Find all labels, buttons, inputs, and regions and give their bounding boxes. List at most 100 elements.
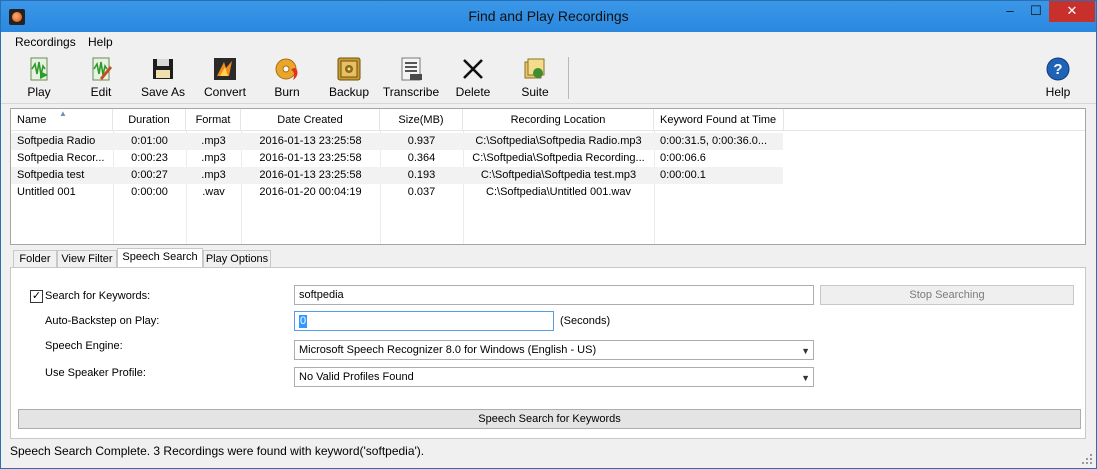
svg-text:?: ? bbox=[1053, 61, 1062, 78]
tab-speech-search[interactable]: Speech Search bbox=[117, 248, 203, 268]
convert-label: Convert bbox=[203, 85, 247, 99]
edit-button[interactable]: Edit bbox=[71, 56, 131, 102]
recordings-list[interactable]: ▲ Name Duration Format Date Created Size… bbox=[10, 108, 1086, 245]
help-label: Help bbox=[1045, 85, 1071, 99]
speech-engine-select[interactable]: Microsoft Speech Recognizer 8.0 for Wind… bbox=[294, 340, 814, 360]
column-header-keyword-time[interactable]: Keyword Found at Time bbox=[654, 109, 784, 131]
delete-x-icon bbox=[463, 59, 483, 79]
backup-label: Backup bbox=[328, 85, 370, 99]
speaker-profile-value: No Valid Profiles Found bbox=[299, 371, 414, 383]
menu-bar: Recordings Help bbox=[1, 32, 1096, 52]
resize-grip-icon[interactable] bbox=[1081, 453, 1093, 465]
table-row[interactable]: Softpedia Radio 0:01:00 .mp3 2016-01-13 … bbox=[11, 133, 783, 150]
edit-label: Edit bbox=[90, 85, 112, 99]
cell-size: 0.037 bbox=[407, 186, 436, 198]
app-window: Find and Play Recordings – ☐ ✕ Recording… bbox=[0, 0, 1097, 469]
menu-help[interactable]: Help bbox=[88, 35, 113, 49]
convert-button[interactable]: Convert bbox=[195, 56, 255, 102]
keyword-input[interactable]: softpedia bbox=[294, 285, 814, 305]
suite-label: Suite bbox=[521, 85, 549, 99]
transcribe-icon bbox=[401, 57, 422, 81]
play-button[interactable]: Play bbox=[9, 56, 69, 102]
table-row[interactable]: Softpedia Recor... 0:00:23 .mp3 2016-01-… bbox=[11, 150, 783, 167]
cell-date: 2016-01-13 23:25:58 bbox=[259, 152, 362, 164]
speech-search-button[interactable]: Speech Search for Keywords bbox=[18, 409, 1081, 429]
chevron-down-icon: ▼ bbox=[801, 346, 810, 356]
save-as-label: Save As bbox=[140, 85, 186, 99]
backstep-value: 0 bbox=[299, 315, 308, 328]
speech-engine-value: Microsoft Speech Recognizer 8.0 for Wind… bbox=[299, 344, 597, 356]
maximize-button[interactable]: ☐ bbox=[1023, 1, 1049, 22]
cell-keyword-time: 0:00:06.6 bbox=[660, 152, 706, 164]
cell-date: 2016-01-13 23:25:58 bbox=[259, 169, 362, 181]
cell-format: .wav bbox=[202, 186, 225, 198]
backstep-label: Auto-Backstep on Play: bbox=[45, 315, 160, 327]
menu-recordings[interactable]: Recordings bbox=[15, 35, 76, 49]
column-header-format[interactable]: Format bbox=[186, 109, 241, 131]
cell-duration: 0:00:23 bbox=[131, 152, 168, 164]
delete-button[interactable]: Delete bbox=[443, 56, 503, 102]
cell-format: .mp3 bbox=[201, 152, 226, 164]
cell-keyword-time bbox=[660, 184, 782, 201]
suite-button[interactable]: Suite bbox=[505, 56, 565, 102]
cell-date: 2016-01-13 23:25:58 bbox=[259, 135, 362, 147]
column-header-location[interactable]: Recording Location bbox=[463, 109, 654, 131]
convert-icon bbox=[214, 58, 236, 80]
cell-duration: 0:01:00 bbox=[131, 135, 168, 147]
delete-label: Delete bbox=[455, 85, 491, 99]
tab-folder[interactable]: Folder bbox=[13, 250, 57, 268]
edit-wave-icon bbox=[92, 57, 112, 81]
cell-format: .mp3 bbox=[201, 169, 226, 181]
backup-safe-icon bbox=[337, 57, 361, 81]
close-button[interactable]: ✕ bbox=[1049, 1, 1095, 22]
play-label: Play bbox=[27, 85, 51, 99]
backstep-input[interactable]: 0 bbox=[294, 311, 554, 331]
column-header-size[interactable]: Size(MB) bbox=[380, 109, 463, 131]
chevron-down-icon: ▼ bbox=[801, 373, 810, 383]
save-as-button[interactable]: Save As bbox=[133, 56, 193, 102]
cell-keyword-time: 0:00:31.5, 0:00:36.0... bbox=[660, 135, 768, 147]
backup-button[interactable]: Backup bbox=[319, 56, 379, 102]
sort-ascending-icon: ▲ bbox=[59, 109, 67, 118]
help-button[interactable]: ? Help bbox=[1028, 56, 1088, 102]
column-header-duration[interactable]: Duration bbox=[113, 109, 186, 131]
seconds-label: (Seconds) bbox=[560, 315, 611, 327]
cell-date: 2016-01-20 00:04:19 bbox=[259, 186, 362, 198]
search-keywords-label: Search for Keywords: bbox=[45, 290, 151, 302]
column-header-name[interactable]: ▲ Name bbox=[11, 109, 113, 131]
tab-play-options[interactable]: Play Options bbox=[203, 250, 271, 268]
transcribe-button[interactable]: Transcribe bbox=[381, 56, 441, 102]
cell-format: .mp3 bbox=[201, 135, 226, 147]
cell-location: C:\Softpedia\Softpedia Radio.mp3 bbox=[475, 135, 642, 147]
cell-keyword-time: 0:00:00.1 bbox=[660, 169, 706, 181]
tab-view-filter[interactable]: View Filter bbox=[57, 250, 117, 268]
suite-icon bbox=[524, 58, 545, 79]
title-bar[interactable]: Find and Play Recordings – ☐ ✕ bbox=[1, 1, 1096, 32]
cell-duration: 0:00:27 bbox=[131, 169, 168, 181]
speaker-profile-select[interactable]: No Valid Profiles Found ▼ bbox=[294, 367, 814, 387]
cell-size: 0.937 bbox=[407, 135, 436, 147]
search-keywords-checkbox[interactable]: ✓ bbox=[30, 290, 43, 303]
floppy-disk-icon bbox=[153, 59, 173, 79]
stop-searching-button[interactable]: Stop Searching bbox=[820, 285, 1074, 305]
cell-size: 0.364 bbox=[407, 152, 436, 164]
cell-location: C:\Softpedia\Softpedia test.mp3 bbox=[480, 169, 637, 181]
status-bar-text: Speech Search Complete. 3 Recordings wer… bbox=[10, 444, 425, 458]
toolbar-separator bbox=[568, 57, 569, 99]
speech-engine-label: Speech Engine: bbox=[45, 340, 123, 352]
table-row[interactable]: Untitled 001 0:00:00 .wav 2016-01-20 00:… bbox=[11, 184, 783, 201]
column-header-date-created[interactable]: Date Created bbox=[241, 109, 380, 131]
toolbar: Play Edit Save As Convert Burn Backup Tr… bbox=[1, 52, 1096, 104]
burn-button[interactable]: Burn bbox=[257, 56, 317, 102]
play-wave-icon bbox=[30, 57, 48, 81]
minimize-button[interactable]: – bbox=[997, 1, 1023, 22]
cell-name: Untitled 001 bbox=[17, 186, 76, 198]
cell-name: Softpedia Radio bbox=[17, 135, 96, 147]
disc-burn-icon bbox=[275, 58, 298, 80]
speaker-profile-label: Use Speaker Profile: bbox=[45, 367, 146, 379]
burn-label: Burn bbox=[274, 85, 300, 99]
cell-name: Softpedia test bbox=[17, 169, 85, 181]
table-row[interactable]: Softpedia test 0:00:27 .mp3 2016-01-13 2… bbox=[11, 167, 783, 184]
transcribe-label: Transcribe bbox=[382, 85, 440, 99]
cell-location: C:\Softpedia\Softpedia Recording... bbox=[472, 152, 645, 164]
